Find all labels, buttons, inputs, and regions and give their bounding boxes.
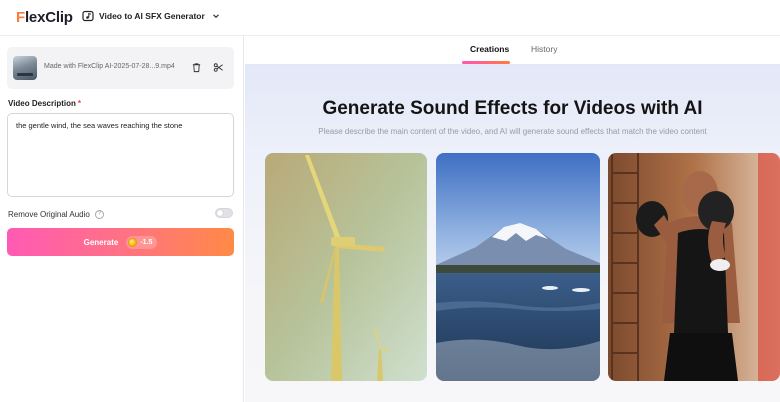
chevron-down-icon — [212, 14, 219, 19]
generate-label: Generate — [83, 237, 119, 247]
example-card-mount-fuji[interactable] — [436, 153, 600, 381]
tab-history[interactable]: History — [531, 44, 557, 54]
boxer-image — [608, 153, 780, 381]
example-card-wind-turbines[interactable] — [265, 153, 427, 381]
right-panel: Creations History Generate Sound Effects… — [245, 36, 780, 402]
toggle-knob — [217, 210, 223, 216]
logo-accent-letter: F — [16, 9, 25, 26]
trim-video-button[interactable] — [208, 57, 228, 77]
remove-audio-toggle[interactable] — [215, 208, 233, 218]
video-description-input[interactable]: the gentle wind, the sea waves reaching … — [7, 113, 234, 197]
left-panel: Made with FlexClip AI-2025-07-28...9.mp4… — [0, 36, 244, 402]
flexclip-logo[interactable]: Flex Clip — [16, 9, 73, 26]
required-asterisk: * — [77, 99, 81, 108]
logo-rest-letters: lex — [24, 9, 46, 26]
credit-cost: -1.5 — [140, 238, 153, 246]
video-thumbnail[interactable] — [13, 56, 37, 80]
uploaded-video-card: Made with FlexClip AI-2025-07-28...9.mp4 — [7, 47, 234, 89]
active-tab-indicator — [462, 61, 510, 64]
tool-name: Video to AI SFX Generator — [99, 11, 205, 21]
help-icon[interactable]: ? — [94, 209, 104, 219]
video-music-icon — [82, 10, 94, 22]
hero-title: Generate Sound Effects for Videos with A… — [322, 98, 703, 119]
scissors-icon — [213, 62, 223, 72]
remove-original-audio-row: Remove Original Audio ? — [8, 207, 234, 221]
tab-creations[interactable]: Creations — [470, 44, 509, 54]
mount-fuji-image — [436, 153, 600, 381]
logo-text-part2: Clip — [45, 9, 73, 26]
hero-subtitle: Please describe the main content of the … — [318, 127, 707, 136]
generate-button[interactable]: Generate -1.5 — [7, 228, 234, 256]
coin-icon — [128, 237, 138, 247]
logo-text-part1: Flex — [16, 9, 45, 26]
trash-icon — [192, 62, 200, 72]
video-description-label-text: Video Description — [8, 99, 76, 108]
credit-cost-badge: -1.5 — [126, 235, 158, 249]
example-card-boxer[interactable] — [608, 153, 780, 381]
wind-turbines-image — [265, 153, 427, 381]
video-file-name: Made with FlexClip AI-2025-07-28...9.mp4 — [44, 63, 175, 70]
tab-bar: Creations History — [245, 36, 780, 64]
top-bar: Flex Clip Video to AI SFX Generator — [0, 0, 780, 36]
tool-switcher[interactable]: Video to AI SFX Generator — [82, 10, 220, 22]
video-description-label: Video Description * — [8, 99, 81, 108]
delete-video-button[interactable] — [186, 57, 206, 77]
remove-audio-label: Remove Original Audio — [8, 209, 90, 219]
